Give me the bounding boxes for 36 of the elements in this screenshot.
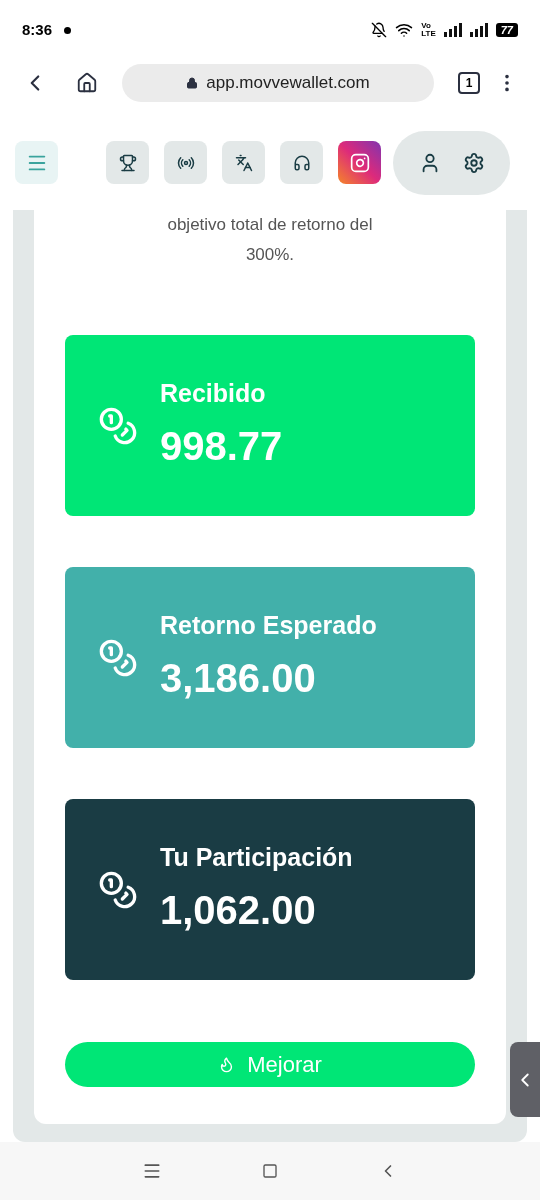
instagram-button[interactable] <box>338 141 381 184</box>
card-label: Tu Participación <box>160 841 353 873</box>
volte-icon: Vo LTE <box>421 22 436 38</box>
home-nav-icon[interactable] <box>262 1163 278 1179</box>
coins-icon <box>98 869 138 910</box>
coins-icon <box>98 637 138 678</box>
toolbar-button[interactable] <box>164 141 207 184</box>
toolbar-button[interactable] <box>222 141 265 184</box>
battery-icon: 77 <box>495 23 518 37</box>
recents-icon[interactable] <box>142 1161 162 1181</box>
tab-count-button[interactable]: 1 <box>458 71 480 94</box>
coins-icon <box>98 405 138 446</box>
card-value: 1,062.00 <box>160 887 317 935</box>
lock-icon <box>186 76 199 89</box>
side-panel-toggle[interactable] <box>510 1042 540 1117</box>
address-bar[interactable]: app.movvewallet.com <box>122 63 434 102</box>
toolbar-button[interactable] <box>106 141 149 184</box>
toolbar-button[interactable] <box>280 141 323 184</box>
translate-icon <box>234 153 253 172</box>
card-value: 998.77 <box>160 423 283 471</box>
home-icon[interactable] <box>76 71 98 94</box>
instagram-icon <box>349 152 370 173</box>
intro-text: objetivo total de retorno del <box>167 214 373 236</box>
card-label: Recibido <box>160 377 267 409</box>
signal-icon <box>469 23 488 37</box>
clock: 8:36 <box>22 19 53 40</box>
intro-text: 300%. <box>245 244 295 266</box>
card-label: Retorno Esperado <box>160 609 377 641</box>
settings-icon[interactable] <box>462 151 485 174</box>
signal-icon <box>443 23 462 37</box>
headset-icon <box>292 153 311 172</box>
trophy-icon <box>118 153 137 172</box>
wifi-icon <box>395 21 414 39</box>
card-value: 3,186.00 <box>160 655 317 703</box>
bell-off-icon <box>371 22 388 38</box>
menu-button[interactable] <box>15 141 58 184</box>
